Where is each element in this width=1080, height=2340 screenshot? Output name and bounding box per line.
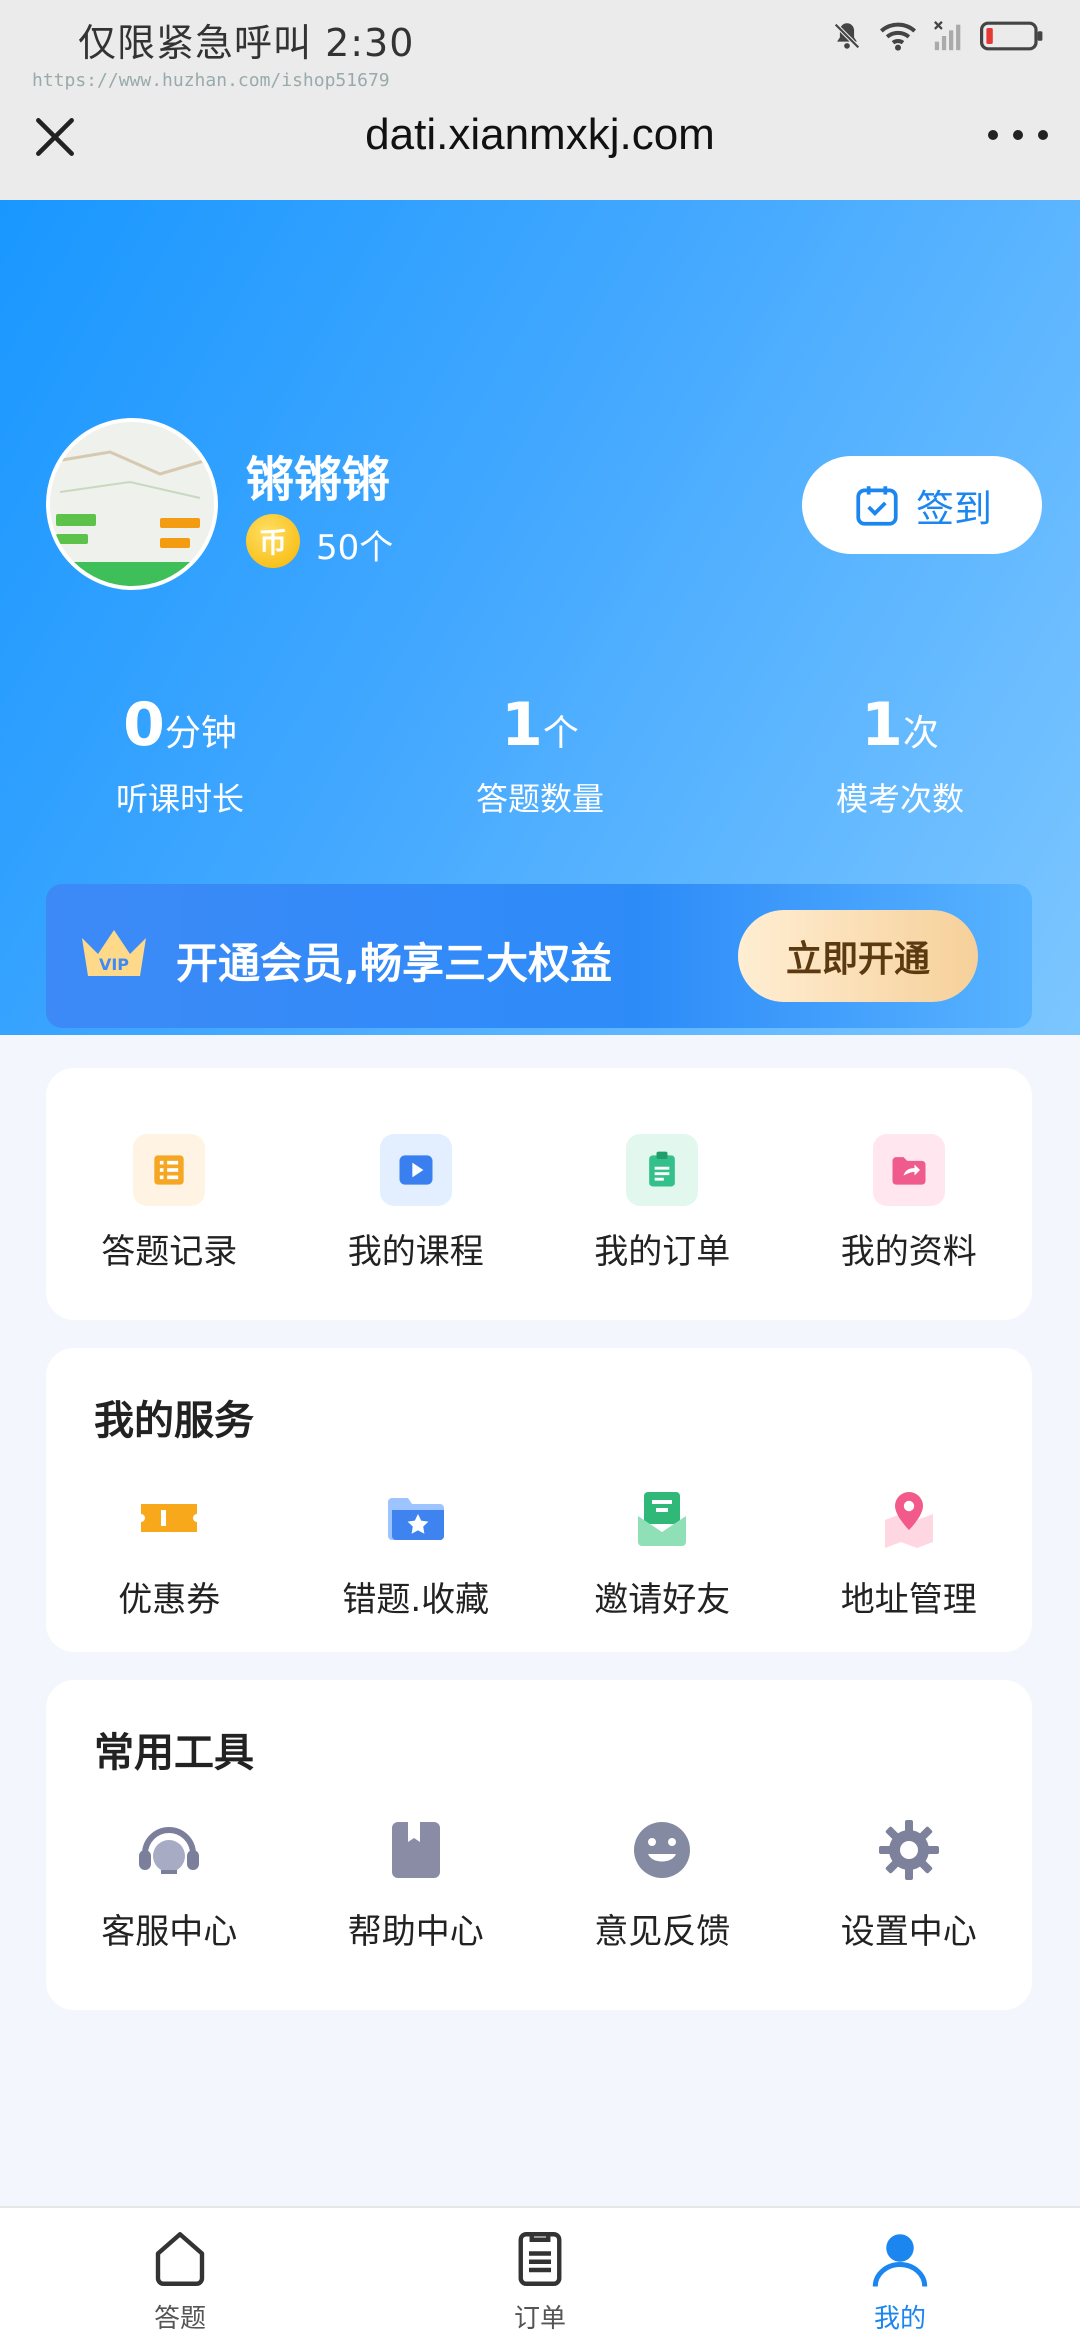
bottom-tab-bar: 答题 订单 我的 (0, 2206, 1080, 2340)
location-pin-icon (873, 1482, 945, 1554)
shortcut-my-materials[interactable]: 我的资料 (786, 1134, 1033, 1273)
tab-label: 订单 (513, 2304, 566, 2334)
coupon-icon (133, 1482, 205, 1554)
more-menu-icon[interactable] (988, 120, 1048, 150)
shortcut-label: 答题记录 (101, 1232, 238, 1272)
service-address-management[interactable]: 地址管理 (786, 1482, 1033, 1621)
vip-open-button[interactable]: 立即开通 (738, 910, 978, 1002)
service-label: 错题.收藏 (342, 1580, 490, 1620)
stat-listen-time[interactable]: 0分钟 听课时长 (0, 690, 360, 820)
shortcut-my-orders[interactable]: 我的订单 (539, 1134, 786, 1273)
invite-envelope-icon (626, 1482, 698, 1554)
stat-unit: 个 (542, 713, 579, 754)
vip-crown-icon: VIP (82, 930, 146, 976)
smile-icon (626, 1814, 698, 1886)
battery-icon (980, 21, 1043, 51)
shortcut-label: 我的订单 (594, 1232, 731, 1272)
coin-count: 50个 (316, 528, 394, 568)
tab-answer[interactable]: 答题 (0, 2208, 360, 2340)
vip-text: 开通会员,畅享三大权益 (176, 939, 612, 988)
service-label: 优惠券 (118, 1580, 221, 1620)
tab-orders[interactable]: 订单 (360, 2208, 720, 2340)
tool-label: 设置中心 (840, 1912, 977, 1952)
star-folder-icon (380, 1482, 452, 1554)
vip-banner: VIP 开通会员,畅享三大权益 立即开通 (46, 884, 1032, 1028)
clipboard-icon (626, 1134, 699, 1206)
tool-settings[interactable]: 设置中心 (786, 1814, 1033, 1953)
coin-icon: 币 (246, 514, 300, 568)
avatar[interactable] (46, 418, 218, 590)
shortcut-label: 我的资料 (840, 1232, 977, 1272)
stat-mock-exams[interactable]: 1次 模考次数 (720, 690, 1080, 820)
signal-icon (934, 21, 961, 51)
tab-label: 我的 (873, 2304, 926, 2334)
service-label: 地址管理 (840, 1580, 977, 1620)
svg-text:VIP: VIP (99, 955, 129, 974)
status-bar: 仅限紧急呼叫 2:30 https://www.huzhan.com/ishop… (0, 0, 1080, 200)
stat-label: 答题数量 (475, 780, 604, 818)
tool-help-center[interactable]: 帮助中心 (293, 1814, 540, 1953)
stat-value: 1 (501, 690, 543, 760)
bell-muted-icon (834, 23, 860, 49)
watermark: https://www.huzhan.com/ishop51679 (32, 70, 390, 91)
tool-label: 客服中心 (101, 1912, 238, 1952)
status-icons (830, 16, 1044, 56)
tool-feedback[interactable]: 意见反馈 (539, 1814, 786, 1953)
home-icon (155, 2232, 205, 2286)
service-label: 邀请好友 (594, 1580, 731, 1620)
shortcut-my-courses[interactable]: 我的课程 (293, 1134, 540, 1273)
stat-value: 1 (861, 690, 903, 760)
stats-row: 0分钟 听课时长 1个 答题数量 1次 模考次数 (0, 690, 1080, 820)
tool-label: 帮助中心 (347, 1912, 484, 1952)
avatar-image (50, 422, 214, 586)
service-wrong-favorites[interactable]: 错题.收藏 (293, 1482, 540, 1621)
order-list-icon (518, 2232, 562, 2286)
calendar-check-icon (856, 486, 898, 526)
gear-icon (873, 1814, 945, 1886)
signin-button[interactable]: 签到 (802, 456, 1042, 554)
tab-label: 答题 (153, 2304, 206, 2334)
stat-label: 听课时长 (115, 780, 244, 818)
signin-label: 签到 (915, 486, 992, 531)
shortcut-answer-records[interactable]: 答题记录 (46, 1134, 293, 1273)
book-icon (380, 1814, 452, 1886)
status-text: 仅限紧急呼叫 2:30 (78, 21, 415, 65)
services-card: 我的服务 优惠券 错题.收藏 邀请好友 地址管理 (46, 1348, 1032, 1652)
service-coupons[interactable]: 优惠券 (46, 1482, 293, 1621)
stat-value: 0 (123, 690, 165, 760)
folder-share-icon (872, 1134, 945, 1206)
tool-label: 意见反馈 (594, 1912, 731, 1952)
headset-icon (133, 1814, 205, 1886)
stat-unit: 次 (902, 713, 939, 754)
browser-url: dati.xianmxkj.com (365, 110, 715, 159)
user-icon (872, 2234, 928, 2287)
service-invite-friends[interactable]: 邀请好友 (539, 1482, 786, 1621)
stat-label: 模考次数 (835, 780, 964, 818)
list-icon (133, 1134, 206, 1206)
shortcut-label: 我的课程 (347, 1232, 484, 1272)
shortcuts-card: 答题记录 我的课程 我的订单 我的资料 (46, 1068, 1032, 1320)
tools-title: 常用工具 (94, 1730, 254, 1776)
wifi-icon (880, 22, 916, 51)
video-play-icon (379, 1134, 452, 1206)
stat-answer-count[interactable]: 1个 答题数量 (360, 690, 720, 820)
tool-customer-service[interactable]: 客服中心 (46, 1814, 293, 1953)
stat-unit: 分钟 (164, 713, 237, 754)
username: 锵锵锵 (246, 452, 391, 508)
tab-mine[interactable]: 我的 (720, 2208, 1080, 2340)
services-title: 我的服务 (94, 1398, 254, 1444)
tools-card: 常用工具 客服中心 帮助中心 意见反馈 设置中心 (46, 1680, 1032, 2010)
